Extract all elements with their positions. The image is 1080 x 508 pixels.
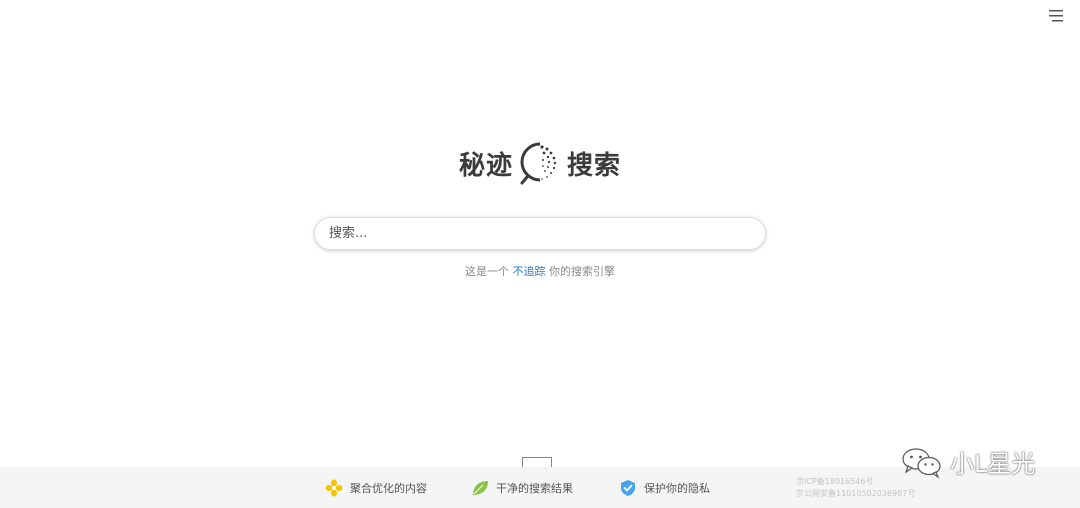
site-logo: 秘迹 搜索: [0, 140, 1080, 186]
feature-label: 干净的搜索结果: [496, 482, 573, 495]
search-input[interactable]: [314, 217, 766, 250]
logo-right-text: 搜索: [567, 150, 622, 181]
feature-aggregated-content: 聚合优化的内容: [325, 479, 427, 497]
tagline-prefix: 这是一个: [465, 265, 513, 278]
icp-record[interactable]: 京ICP备18016546号: [796, 476, 915, 488]
feature-label: 保护你的隐私: [644, 482, 710, 495]
icp-info: 京ICP备18016546号 京公网安备11010502036987号: [796, 476, 915, 500]
green-leaf-icon: [473, 481, 488, 495]
feature-privacy: 保护你的隐私: [619, 479, 710, 497]
public-security-record[interactable]: 京公网安备11010502036987号: [796, 488, 915, 500]
tagline-suffix: 你的搜索引擎: [545, 265, 615, 278]
search-home-page: 秘迹 搜索 搜索... 这是一个 不追踪 你的搜索引擎 聚合优化的内容 干净的搜…: [0, 0, 1080, 508]
feature-label: 聚合优化的内容: [350, 482, 427, 495]
watermark: 小L星光: [900, 444, 1035, 479]
blue-shield-check-icon: [621, 480, 635, 496]
footer-toggle-tab[interactable]: [522, 457, 552, 467]
logo-left-text: 秘迹: [458, 150, 513, 181]
feature-clean-results: 干净的搜索结果: [471, 479, 573, 497]
watermark-text: 小L星光: [950, 450, 1036, 478]
search-box: [314, 217, 766, 250]
yellow-flower-icon: [325, 479, 343, 497]
hamburger-menu-icon[interactable]: [1048, 8, 1064, 24]
tagline-no-tracking-link[interactable]: 不追踪: [513, 265, 546, 278]
magnifier-dotted-circle-icon: [520, 142, 557, 185]
wechat-logo-icon: [902, 447, 941, 479]
tagline: 这是一个 不追踪 你的搜索引擎: [0, 263, 1080, 279]
